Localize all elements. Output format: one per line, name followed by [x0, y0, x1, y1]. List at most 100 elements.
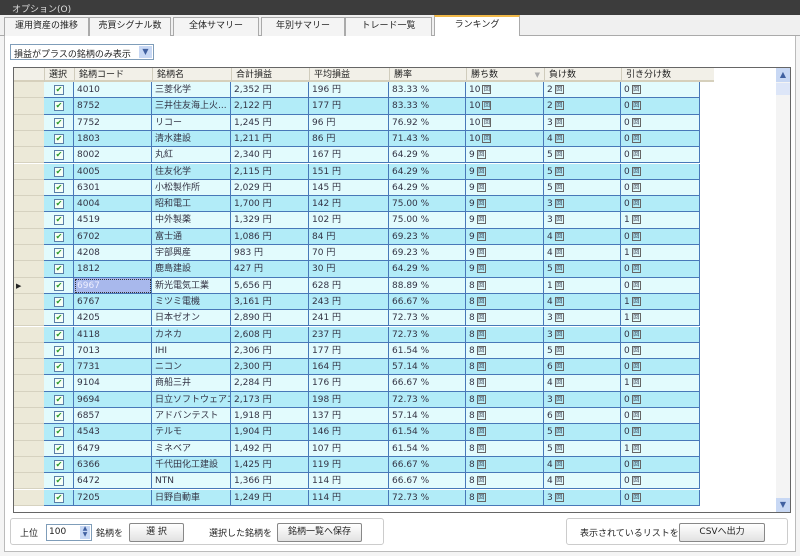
cell-wins[interactable]: 10 回 — [466, 130, 544, 148]
row-header[interactable] — [14, 359, 44, 376]
cell-code[interactable]: 8002 — [74, 147, 152, 164]
cell-draws[interactable]: 0回 — [621, 179, 700, 197]
menu-options[interactable]: オプション(O) — [12, 5, 71, 15]
cell-win-rate[interactable]: 61.54 % — [389, 440, 466, 457]
cell-win-rate[interactable]: 72.73 % — [389, 326, 466, 343]
table-row[interactable]: ✔9694日立ソフトウェアエ...2,173 円198 円72.73 %8回3回… — [44, 391, 700, 408]
row-header[interactable] — [14, 408, 44, 425]
cell-losses[interactable]: 3回 — [544, 489, 621, 506]
cell-win-rate[interactable]: 88.89 % — [389, 277, 466, 294]
filter-dropdown[interactable]: 損益がプラスの銘柄のみ表示 ▼ — [10, 44, 154, 60]
table-row[interactable]: ✔ 4205 日本ゼオン 2,890 円 241 円 72.73 % 8 回 3 回 1 回 — [44, 310, 700, 327]
cell-total-pl[interactable]: 1,086 円 — [231, 228, 309, 245]
cell-name[interactable]: ニコン — [152, 359, 231, 376]
tab-5[interactable]: ランキング — [434, 15, 520, 37]
cell-losses[interactable]: 5回 — [544, 147, 621, 164]
cell-losses[interactable]: 3回 — [544, 310, 621, 327]
cell-draws[interactable]: 0回 — [621, 147, 700, 164]
cell-draws[interactable]: 0回 — [621, 424, 700, 441]
cell-code[interactable]: 6967 — [74, 277, 152, 294]
cell-losses[interactable]: 5回 — [544, 424, 621, 441]
cell-win-rate[interactable]: 66.67 % — [389, 375, 466, 392]
cell-draws[interactable]: 1回 — [621, 212, 700, 229]
cell-name[interactable]: 住友化学 — [152, 163, 231, 180]
cell-wins[interactable]: 10 回 — [466, 114, 544, 131]
tab-4[interactable]: トレード一覧 — [345, 17, 432, 36]
cell-avg-pl[interactable]: 241 円 — [309, 310, 389, 327]
cell-wins[interactable]: 8回 — [466, 342, 544, 360]
tab-1[interactable]: 売買シグナル数 — [89, 17, 171, 36]
cell-win-rate[interactable]: 61.54 % — [389, 342, 466, 360]
cell-draws[interactable]: 1回 — [621, 375, 700, 392]
select-checkbox[interactable]: ✔ — [54, 248, 64, 258]
row-header[interactable] — [14, 196, 44, 213]
cell-name[interactable]: 丸紅 — [152, 147, 231, 164]
cell-win-rate[interactable]: 72.73 % — [389, 489, 466, 506]
cell-avg-pl[interactable]: 70 円 — [309, 245, 389, 262]
select-checkbox[interactable]: ✔ — [54, 492, 64, 503]
cell-name[interactable]: テルモ — [152, 424, 231, 441]
select-checkbox[interactable]: ✔ — [54, 443, 64, 454]
cell-draws[interactable]: 0回 — [621, 82, 700, 99]
select-checkbox[interactable]: ✔ — [54, 150, 64, 161]
cell-name[interactable]: 鹿島建設 — [152, 261, 231, 278]
cell-name[interactable]: 宇部興産 — [152, 245, 231, 262]
cell-win-rate[interactable]: 69.23 % — [389, 228, 466, 245]
cell-avg-pl[interactable]: 167 円 — [309, 147, 389, 164]
cell-name[interactable]: 商船三井 — [152, 375, 231, 392]
table-row[interactable]: ✔ 6301 小松製作所 2,029 円 145 円 64.29 % 9 回 5 回 0 回 — [44, 179, 700, 197]
table-row[interactable]: ✔ 6967 新光電気工業 5,656 円 628 円 88.89 % 8 回 1 回 0 回 — [44, 277, 700, 294]
cell-total-pl[interactable]: 427 円 — [231, 261, 309, 278]
cell-name[interactable]: 清水建設 — [152, 130, 231, 148]
cell-win-rate[interactable]: 64.29 % — [389, 163, 466, 180]
row-header[interactable] — [14, 212, 44, 229]
table-row[interactable]: ✔ 4543 テルモ 1,904 円 146 円 61.54 % 8 回 5 回 0 回 — [44, 424, 700, 441]
cell-avg-pl[interactable]: 177 円 — [309, 342, 389, 360]
cell-code[interactable]: 6857 — [74, 408, 152, 425]
cell-avg-pl[interactable]: 146 円 — [309, 424, 389, 441]
table-row[interactable]: ✔ 4004 昭和電工 1,700 円 142 円 75.00 % 9 回 3 回 0 回 — [44, 196, 700, 213]
cell-losses[interactable]: 3回 — [544, 196, 621, 213]
cell-wins[interactable]: 8回 — [466, 489, 544, 506]
table-row[interactable]: ✔ 7013 IHI 2,306 円 177 円 61.54 % 8 回 5 回 0 回 — [44, 342, 700, 360]
cell-losses[interactable]: 5回 — [544, 163, 621, 180]
cell-win-rate[interactable]: 76.92 % — [389, 114, 466, 131]
cell-name[interactable]: リコー — [152, 114, 231, 131]
cell-code[interactable]: 4543 — [74, 424, 152, 441]
cell-win-rate[interactable]: 75.00 % — [389, 212, 466, 229]
cell-wins[interactable]: 9回 — [466, 228, 544, 245]
cell-name[interactable]: 新光電気工業 — [152, 277, 231, 294]
cell-losses[interactable]: 4回 — [544, 130, 621, 148]
cell-total-pl[interactable]: 1,366 円 — [231, 473, 309, 490]
select-checkbox[interactable]: ✔ — [54, 215, 64, 226]
cell-wins[interactable]: 8回 — [466, 326, 544, 343]
table-row[interactable]: ✔ 4005 住友化学 2,115 円 151 円 64.29 % 9 回 5 回 0 回 — [44, 163, 700, 180]
cell-win-rate[interactable]: 66.67 % — [389, 456, 466, 474]
cell-avg-pl[interactable]: 198 円 — [309, 391, 389, 408]
cell-code[interactable]: 7205 — [74, 489, 152, 506]
cell-avg-pl[interactable]: 102 円 — [309, 212, 389, 229]
select-checkbox[interactable]: ✔ — [54, 117, 64, 128]
cell-total-pl[interactable]: 2,352 円 — [231, 82, 309, 99]
cell-draws[interactable]: 0回 — [621, 130, 700, 148]
cell-name[interactable]: アドバンテスト — [152, 408, 231, 425]
vertical-scrollbar[interactable]: ▲ ▼ — [776, 68, 790, 512]
cell-total-pl[interactable]: 1,492 円 — [231, 440, 309, 457]
column-header-1[interactable]: 銘柄コード — [74, 68, 152, 82]
cell-code[interactable]: 6472 — [74, 473, 152, 490]
cell-avg-pl[interactable]: 142 円 — [309, 196, 389, 213]
cell-losses[interactable]: 5回 — [544, 261, 621, 278]
cell-code[interactable]: 9694 — [74, 391, 152, 408]
cell-draws[interactable]: 0回 — [621, 359, 700, 376]
cell-name[interactable]: 日立ソフトウェアエ... — [152, 391, 231, 408]
table-row[interactable]: ✔ 6366 千代田化工建設 1,425 円 119 円 66.67 % 8 回 4 回 0 回 — [44, 456, 700, 474]
table-row[interactable]: ✔ 4010 三菱化学 2,352 円 196 円 83.33 % 10 回 2 回 0 回 — [44, 82, 700, 99]
cell-losses[interactable]: 2回 — [544, 82, 621, 99]
cell-code[interactable]: 7752 — [74, 114, 152, 131]
select-checkbox[interactable]: ✔ — [54, 362, 64, 373]
cell-draws[interactable]: 0回 — [621, 456, 700, 474]
table-row[interactable]: ✔ 6702 富士通 1,086 円 84 円 69.23 % 9 回 4 回 0 回 — [44, 228, 700, 245]
cell-avg-pl[interactable]: 145 円 — [309, 179, 389, 197]
scroll-thumb[interactable] — [776, 83, 790, 95]
cell-code[interactable]: 7731 — [74, 359, 152, 376]
